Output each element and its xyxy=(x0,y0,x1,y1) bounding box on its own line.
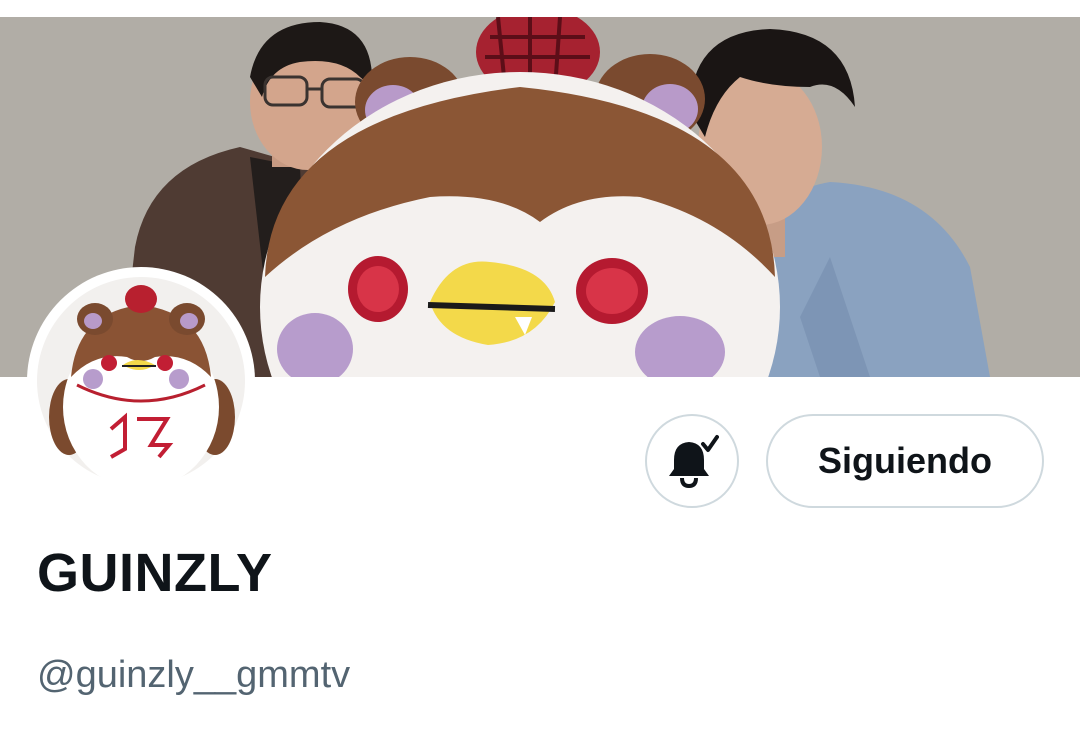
profile-display-name: GUINZLY xyxy=(37,543,273,603)
notifications-button[interactable] xyxy=(645,414,739,508)
profile-avatar[interactable] xyxy=(27,267,255,495)
profile-handle: @guinzly__gmmtv xyxy=(37,654,351,696)
profile-page: Siguiendo GUINZLY @guinzly__gmmtv xyxy=(0,0,1080,740)
following-button[interactable]: Siguiendo xyxy=(766,414,1044,508)
following-button-label: Siguiendo xyxy=(818,440,992,481)
bell-check-icon xyxy=(669,435,719,488)
avatar-mascot-image xyxy=(31,271,251,491)
top-strip xyxy=(0,0,1080,17)
